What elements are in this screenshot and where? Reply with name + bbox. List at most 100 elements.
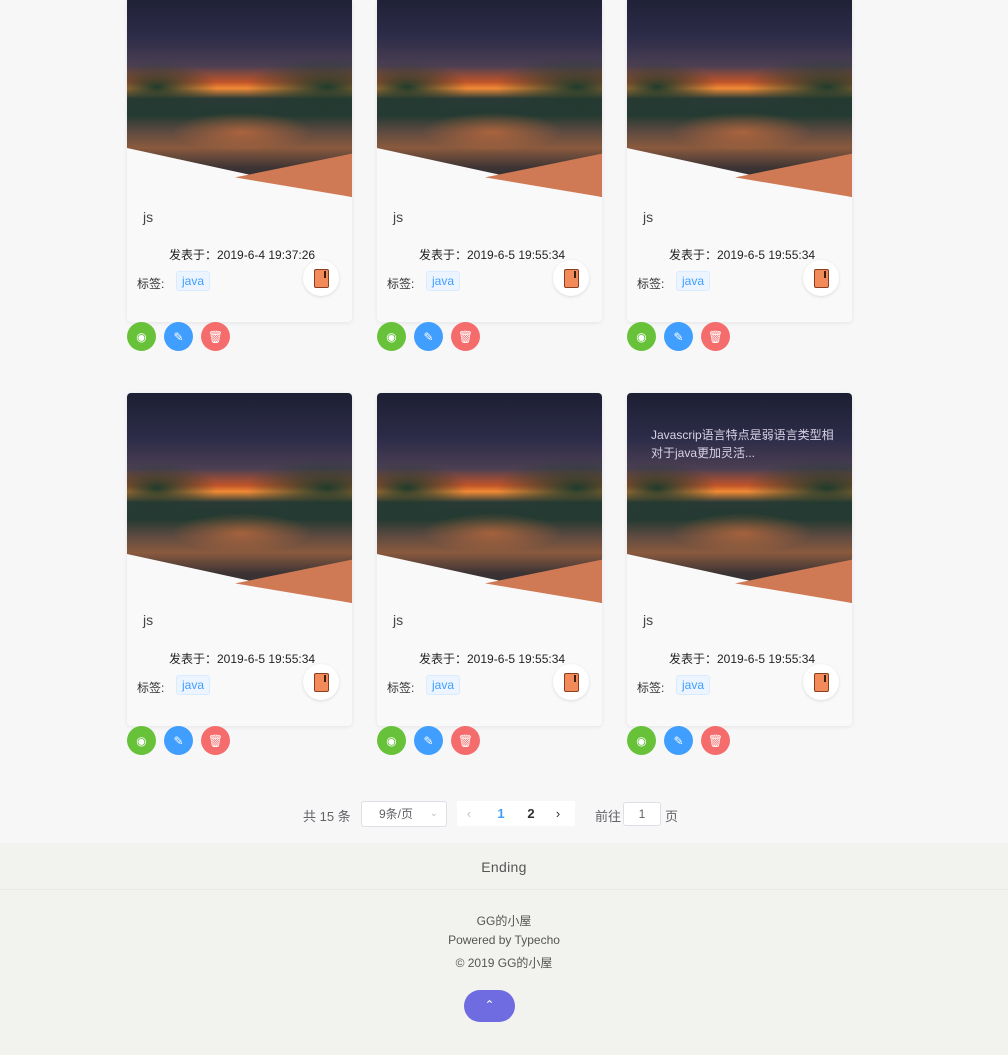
- post-card[interactable]: js 发表于：2019-6-5 19:55:34 标签: java: [627, 0, 852, 322]
- trash-icon: 🗑: [707, 733, 724, 748]
- delete-button[interactable]: 🗑: [451, 322, 480, 351]
- tag-badge[interactable]: java: [426, 271, 461, 291]
- eye-icon: ◉: [636, 329, 647, 344]
- view-button[interactable]: ◉: [127, 726, 156, 755]
- view-button[interactable]: ◉: [377, 322, 406, 351]
- post-title[interactable]: js: [143, 612, 153, 628]
- post-excerpt: Javascrip语言特点是弱语言类型相对于java更加灵活...: [651, 428, 834, 460]
- footer-copyright: © 2019 GG的小屋: [455, 956, 553, 970]
- pencil-icon: ✎: [173, 733, 184, 748]
- view-button[interactable]: ◉: [127, 322, 156, 351]
- post-title[interactable]: js: [643, 612, 653, 628]
- goto-page-input[interactable]: 1: [623, 802, 661, 826]
- delete-button[interactable]: 🗑: [201, 726, 230, 755]
- page-button-2[interactable]: 2: [521, 801, 541, 826]
- post-date: 发表于：2019-6-5 19:55:34: [419, 652, 566, 666]
- post-title[interactable]: js: [143, 209, 153, 225]
- post-title[interactable]: js: [643, 209, 653, 225]
- book-icon[interactable]: [803, 260, 839, 296]
- footer-title: Ending: [481, 859, 527, 875]
- chevron-up-icon: ⌃: [484, 998, 495, 1012]
- delete-button[interactable]: 🗑: [201, 322, 230, 351]
- book-icon[interactable]: [553, 260, 589, 296]
- post-date: 发表于：2019-6-5 19:55:34: [669, 248, 816, 262]
- pencil-icon: ✎: [673, 329, 684, 344]
- post-card[interactable]: js 发表于：2019-6-5 19:55:34 标签: java: [377, 393, 602, 726]
- pencil-icon: ✎: [673, 733, 684, 748]
- eye-icon: ◉: [386, 329, 397, 344]
- book-icon[interactable]: [303, 664, 339, 700]
- edit-button[interactable]: ✎: [164, 322, 193, 351]
- post-cover-image: [627, 0, 852, 197]
- tag-badge[interactable]: java: [676, 271, 711, 291]
- pencil-icon: ✎: [173, 329, 184, 344]
- footer-site-name: GG的小屋: [476, 914, 532, 928]
- post-cover-image: [377, 393, 602, 603]
- post-card[interactable]: Javascrip语言特点是弱语言类型相对于java更加灵活... js 发表于…: [627, 393, 852, 726]
- delete-button[interactable]: 🗑: [701, 322, 730, 351]
- post-date: 发表于：2019-6-5 19:55:34: [169, 652, 316, 666]
- tag-label: 标签:: [387, 277, 415, 291]
- page-size-value: 9条/页: [379, 807, 414, 821]
- post-cover-image: Javascrip语言特点是弱语言类型相对于java更加灵活...: [627, 393, 852, 603]
- edit-button[interactable]: ✎: [414, 726, 443, 755]
- trash-icon: 🗑: [207, 733, 224, 748]
- chevron-left-icon: ‹: [466, 806, 472, 821]
- post-title[interactable]: js: [393, 209, 403, 225]
- chevron-right-icon: ›: [555, 806, 561, 821]
- chevron-down-icon: ⌄: [429, 808, 438, 819]
- delete-button[interactable]: 🗑: [451, 726, 480, 755]
- page-button-1[interactable]: 1: [481, 801, 521, 826]
- post-card[interactable]: js 发表于：2019-6-5 19:55:34 标签: java: [127, 393, 352, 726]
- tag-label: 标签:: [637, 681, 665, 695]
- page-size-select[interactable]: 9条/页 ⌄: [361, 801, 447, 827]
- footer-divider: [0, 889, 1008, 890]
- next-page-button[interactable]: ›: [541, 801, 575, 826]
- post-date: 发表于：2019-6-5 19:55:34: [419, 248, 566, 262]
- tag-label: 标签:: [637, 277, 665, 291]
- post-date: 发表于：2019-6-5 19:55:34: [669, 652, 816, 666]
- footer-powered-by[interactable]: Powered by Typecho: [0, 933, 1008, 947]
- prev-page-button[interactable]: ‹: [457, 801, 481, 826]
- goto-suffix: 页: [665, 809, 679, 824]
- edit-button[interactable]: ✎: [664, 726, 693, 755]
- tag-label: 标签:: [387, 681, 415, 695]
- trash-icon: 🗑: [457, 733, 474, 748]
- trash-icon: 🗑: [457, 329, 474, 344]
- tag-badge[interactable]: java: [176, 271, 211, 291]
- pencil-icon: ✎: [423, 329, 434, 344]
- eye-icon: ◉: [636, 733, 647, 748]
- back-to-top-button[interactable]: ⌃: [464, 990, 515, 1022]
- trash-icon: 🗑: [207, 329, 224, 344]
- post-cover-image: [127, 0, 352, 197]
- tag-label: 标签:: [137, 277, 165, 291]
- edit-button[interactable]: ✎: [164, 726, 193, 755]
- edit-button[interactable]: ✎: [414, 322, 443, 351]
- pagination-total: 共 15 条: [303, 809, 351, 824]
- book-icon[interactable]: [553, 664, 589, 700]
- post-title[interactable]: js: [393, 612, 403, 628]
- edit-button[interactable]: ✎: [664, 322, 693, 351]
- post-cover-image: [127, 393, 352, 603]
- site-footer: Ending GG的小屋 Powered by Typecho © 2019 G…: [0, 843, 1008, 1055]
- trash-icon: 🗑: [707, 329, 724, 344]
- pencil-icon: ✎: [423, 733, 434, 748]
- post-date: 发表于：2019-6-4 19:37:26: [169, 248, 316, 262]
- book-icon[interactable]: [303, 260, 339, 296]
- post-card[interactable]: js 发表于：2019-6-4 19:37:26 标签: java: [127, 0, 352, 322]
- tag-badge[interactable]: java: [676, 675, 711, 695]
- view-button[interactable]: ◉: [627, 322, 656, 351]
- tag-badge[interactable]: java: [176, 675, 211, 695]
- eye-icon: ◉: [386, 733, 397, 748]
- tag-badge[interactable]: java: [426, 675, 461, 695]
- tag-label: 标签:: [137, 681, 165, 695]
- view-button[interactable]: ◉: [377, 726, 406, 755]
- eye-icon: ◉: [136, 329, 147, 344]
- post-cover-image: [377, 0, 602, 197]
- view-button[interactable]: ◉: [627, 726, 656, 755]
- post-card[interactable]: js 发表于：2019-6-5 19:55:34 标签: java: [377, 0, 602, 322]
- book-icon[interactable]: [803, 664, 839, 700]
- eye-icon: ◉: [136, 733, 147, 748]
- delete-button[interactable]: 🗑: [701, 726, 730, 755]
- goto-label: 前往: [595, 809, 622, 824]
